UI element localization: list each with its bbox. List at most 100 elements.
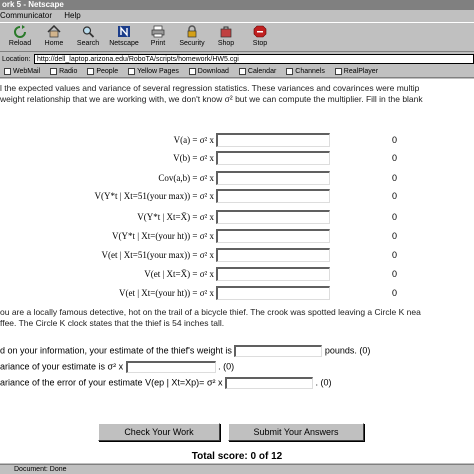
- answer-input[interactable]: [216, 171, 330, 185]
- row-score: 0: [392, 191, 398, 201]
- bookmark-label: People: [96, 68, 119, 75]
- answer-input[interactable]: [216, 151, 330, 165]
- row-score: 0: [392, 288, 398, 298]
- status-text: Document: Done: [14, 466, 67, 473]
- answer-input[interactable]: [216, 286, 330, 300]
- bookmark-icon: [87, 67, 95, 75]
- shop-button[interactable]: Shop: [208, 25, 244, 51]
- bookmark-icon: [50, 67, 58, 75]
- netscape-button[interactable]: Netscape: [106, 25, 142, 51]
- reload-button[interactable]: Reload: [2, 25, 38, 51]
- bookmark-label: RealPlayer: [343, 68, 379, 75]
- stop-icon: [253, 25, 267, 38]
- row-expression: V(Y*t | Xt=(your ht)) = σ² x: [111, 231, 214, 241]
- weight-estimate-input[interactable]: [234, 345, 323, 357]
- answer-input[interactable]: [216, 210, 330, 224]
- search-label: Search: [76, 40, 100, 47]
- intro-line-1: l the expected values and variance of se…: [0, 83, 420, 93]
- location-label: Location:: [2, 56, 31, 63]
- stop-button[interactable]: Stop: [242, 25, 278, 51]
- shop-label: Shop: [217, 40, 235, 47]
- row-expression: V(Y*t | Xt=51(your max)) = σ² x: [94, 191, 215, 201]
- search-button[interactable]: Search: [70, 25, 106, 51]
- bookmark-icon: [334, 67, 342, 75]
- bookmark-yellow-pages[interactable]: Yellow Pages: [128, 67, 179, 77]
- menu-communicator[interactable]: Communicator: [0, 11, 52, 20]
- row-expression: V(a) = σ² x: [173, 135, 214, 145]
- story-line-2: ffee. The Circle K clock states that the…: [0, 318, 225, 328]
- bookmark-download[interactable]: Download: [188, 67, 229, 77]
- print-label: Print: [150, 40, 166, 47]
- home-button[interactable]: Home: [36, 25, 72, 51]
- bookmark-label: Radio: [59, 68, 78, 75]
- variance-row: V(Y*t | Xt=51(your max)) = σ² x 0: [0, 189, 474, 205]
- intro-text: l the expected values and variance of se…: [0, 83, 474, 105]
- question-weight-prefix: d on your information, your estimate of …: [0, 345, 232, 356]
- url-input[interactable]: http://dell_laptop.arizona.edu/RoboTA/sc…: [34, 54, 474, 64]
- total-score: Total score: 0 of 12: [191, 451, 283, 462]
- bookmark-realplayer[interactable]: RealPlayer: [334, 67, 379, 77]
- submit-answers-button[interactable]: Submit Your Answers: [228, 423, 364, 441]
- check-your-work-button[interactable]: Check Your Work: [98, 423, 220, 441]
- question-error-suffix: . (0): [315, 377, 332, 388]
- navigation-toolbar: Reload Home Search Netscape Print Securi…: [0, 22, 474, 52]
- reload-label: Reload: [8, 40, 32, 47]
- status-bar: Document: Done: [0, 464, 474, 474]
- row-expression: Cov(a,b) = σ² x: [158, 173, 214, 183]
- answer-input[interactable]: [216, 267, 330, 281]
- intro-line-2: weight relationship that we are working …: [0, 94, 423, 104]
- row-score: 0: [392, 173, 398, 183]
- location-bar: Location: http://dell_laptop.arizona.edu…: [0, 53, 474, 66]
- question-error-variance: ariance of the error of your estimate V(…: [0, 377, 474, 391]
- variance-row: V(Y*t | Xt=X̄) = σ² x 0: [0, 210, 474, 226]
- bookmark-icon: [188, 67, 196, 75]
- bookmark-icon: [4, 67, 11, 75]
- story-text: ou are a locally famous detective, hot o…: [0, 307, 474, 329]
- variance-estimate-input[interactable]: [125, 361, 216, 373]
- variance-row: V(et | Xt=X̄) = σ² x 0: [0, 267, 474, 283]
- personal-toolbar: WebMail Radio People Yellow Pages Downlo…: [0, 67, 474, 78]
- answer-input[interactable]: [216, 189, 330, 203]
- bookmark-label: Calendar: [247, 68, 277, 75]
- bookmark-radio[interactable]: Radio: [50, 67, 77, 77]
- row-score: 0: [392, 135, 398, 145]
- security-label: Security: [179, 40, 205, 47]
- netscape-label: Netscape: [109, 40, 139, 47]
- bookmark-label: Download: [197, 68, 229, 75]
- answer-input[interactable]: [216, 248, 330, 262]
- variance-row: V(et | Xt=51(your max)) = σ² x 0: [0, 248, 474, 264]
- bookmark-icon: [286, 67, 294, 75]
- bookmark-calendar[interactable]: Calendar: [238, 67, 277, 77]
- variance-row: V(Y*t | Xt=(your ht)) = σ² x 0: [0, 229, 474, 245]
- home-label: Home: [44, 40, 64, 47]
- shop-icon: [220, 26, 232, 38]
- answer-input[interactable]: [216, 229, 330, 243]
- bookmark-webmail[interactable]: WebMail: [4, 67, 40, 77]
- row-score: 0: [392, 269, 398, 279]
- answer-input[interactable]: [216, 133, 330, 147]
- home-icon: [47, 25, 61, 38]
- bookmark-icon: [128, 67, 136, 75]
- row-score: 0: [392, 212, 398, 222]
- question-variance-prefix: ariance of your estimate is σ² x: [0, 361, 124, 372]
- question-weight-suffix: pounds. (0): [324, 345, 371, 356]
- menu-help[interactable]: Help: [64, 11, 80, 20]
- bookmark-people[interactable]: People: [87, 67, 118, 77]
- page-content: l the expected values and variance of se…: [0, 79, 474, 463]
- row-expression: V(et | Xt=X̄) = σ² x: [144, 269, 214, 279]
- stop-label: Stop: [252, 40, 268, 47]
- error-variance-input[interactable]: [225, 377, 314, 389]
- menu-bar: Communicator Help: [0, 10, 474, 21]
- bookmark-label: Yellow Pages: [137, 68, 179, 75]
- variance-row: V(a) = σ² x 0: [0, 133, 474, 149]
- bookmark-channels[interactable]: Channels: [286, 67, 325, 77]
- security-button[interactable]: Security: [174, 25, 210, 51]
- row-expression: V(Y*t | Xt=X̄) = σ² x: [137, 212, 214, 222]
- row-expression: V(et | Xt=(your ht)) = σ² x: [119, 288, 214, 298]
- question-variance: ariance of your estimate is σ² x . (0): [0, 361, 474, 375]
- search-icon: [82, 26, 95, 38]
- print-button[interactable]: Print: [140, 25, 176, 51]
- story-line-1: ou are a locally famous detective, hot o…: [0, 307, 421, 317]
- variance-row: V(et | Xt=(your ht)) = σ² x 0: [0, 286, 474, 302]
- row-score: 0: [392, 153, 398, 163]
